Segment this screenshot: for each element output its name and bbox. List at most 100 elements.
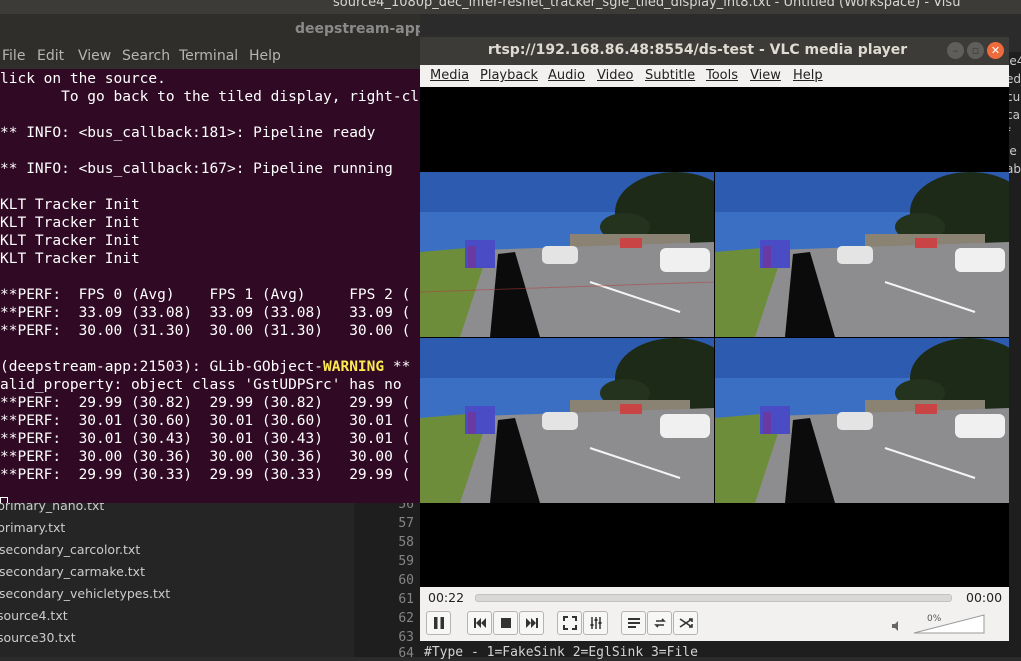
vlc-menubar: Media Playback Audio Video Subtitle Tool… xyxy=(420,65,1009,87)
fullscreen-icon xyxy=(562,616,577,630)
menu-file[interactable]: File xyxy=(2,48,25,64)
terminal-line: **PERF: 29.99 (30.82) 29.99 (30.82) 29.9… xyxy=(0,395,411,411)
menu-audio-label: Audio xyxy=(548,68,585,83)
warning-prefix: (deepstream-app:21503): GLib-GObject- xyxy=(0,359,324,375)
line-number: 64 xyxy=(398,646,414,661)
pause-button[interactable] xyxy=(426,611,451,635)
minimize-icon[interactable]: – xyxy=(947,42,964,59)
vlc-window: rtsp://192.168.86.48:8554/ds-test - VLC … xyxy=(420,37,1009,641)
terminal-line: **PERF: 29.99 (30.33) 29.99 (30.33) 29.9… xyxy=(0,467,411,483)
menu-subtitle-label: Subtitle xyxy=(645,68,696,83)
code-fragment: ab xyxy=(1009,162,1021,176)
seek-bar[interactable] xyxy=(475,594,952,602)
maximize-icon[interactable]: ▫ xyxy=(967,42,984,59)
playlist-icon xyxy=(627,618,640,628)
stop-button[interactable] xyxy=(493,611,518,635)
warning-keyword: WARNING xyxy=(323,359,385,375)
terminal-line: **PERF: 30.00 (31.30) 30.00 (31.30) 30.0… xyxy=(0,323,411,339)
explorer-file-item[interactable]: source4.txt xyxy=(0,605,68,627)
total-time: 00:00 xyxy=(966,590,1003,605)
line-number: 59 xyxy=(398,554,414,569)
terminal-line: ** INFO: <bus_callback:167>: Pipeline ru… xyxy=(0,161,393,177)
playlist-button[interactable] xyxy=(621,611,646,635)
terminal-line: **PERF: 30.00 (30.36) 30.00 (30.36) 30.0… xyxy=(0,449,411,465)
terminal-line: KLT Tracker Init xyxy=(0,215,140,231)
terminal-line: KLT Tracker Init xyxy=(0,233,140,249)
terminal-window[interactable]: deepstream-app -c File Edit View Search … xyxy=(0,14,420,503)
terminal-cursor xyxy=(0,497,8,503)
warning-suffix: ** xyxy=(384,359,411,375)
terminal-line: To go back to the tiled display, right-c… xyxy=(0,89,420,105)
terminal-line: ** INFO: <bus_callback:181>: Pipeline re… xyxy=(0,125,376,141)
pause-icon xyxy=(433,617,444,629)
street-scene-image xyxy=(715,338,1009,503)
menu-video[interactable]: Video xyxy=(597,68,633,83)
fullscreen-button[interactable] xyxy=(557,611,582,635)
menu-playback[interactable]: Playback xyxy=(480,68,538,83)
terminal-line: lick on the source. xyxy=(0,71,166,87)
menu-search[interactable]: Search xyxy=(122,48,170,64)
volume-icon[interactable] xyxy=(892,621,902,631)
menu-playback-label: Playback xyxy=(480,68,539,83)
explorer-file-item[interactable]: secondary_vehicletypes.txt xyxy=(0,583,170,605)
street-scene-image xyxy=(420,172,714,337)
code-line: #Type - 1=FakeSink 2=EglSink 3=File xyxy=(424,645,698,660)
shuffle-button[interactable] xyxy=(673,611,698,635)
menu-help[interactable]: Help xyxy=(793,68,823,83)
previous-button[interactable] xyxy=(467,611,492,635)
code-fragment: le xyxy=(1009,144,1017,158)
line-number: 57 xyxy=(398,516,414,531)
menu-subtitle[interactable]: Subtitle xyxy=(645,68,695,83)
video-area[interactable] xyxy=(420,87,1009,587)
terminal-output[interactable]: lick on the source. To go back to the ti… xyxy=(0,69,420,503)
terminal-title: deepstream-app -c xyxy=(295,21,420,37)
menu-terminal[interactable]: Terminal xyxy=(179,48,238,64)
menu-help[interactable]: Help xyxy=(249,48,281,64)
vlc-window-title: rtsp://192.168.86.48:8554/ds-test - VLC … xyxy=(487,42,908,58)
menu-tools-label: Tools xyxy=(706,68,739,83)
menu-view[interactable]: View xyxy=(78,48,111,64)
terminal-menubar: File Edit View Search Terminal Help xyxy=(0,44,420,69)
terminal-line: KLT Tracker Init xyxy=(0,197,140,213)
video-tile xyxy=(420,338,714,503)
line-number: 63 xyxy=(398,630,414,645)
next-button[interactable] xyxy=(519,611,544,635)
menu-tools[interactable]: Tools xyxy=(706,68,738,83)
loop-button[interactable] xyxy=(647,611,672,635)
extended-settings-icon xyxy=(590,617,601,629)
vlc-controls: 00:22 00:00 0% xyxy=(420,587,1009,641)
terminal-line: alid_property: object class 'GstUDPSrc' … xyxy=(0,377,411,393)
menu-video-label: Video xyxy=(597,68,634,83)
explorer-file-item[interactable]: secondary_carmake.txt xyxy=(0,561,145,583)
menu-help-label: Help xyxy=(793,68,823,83)
explorer-file-item[interactable]: secondary_carcolor.txt xyxy=(0,539,140,561)
code-fragment: cu xyxy=(1009,90,1021,104)
extended-settings-button[interactable] xyxy=(583,611,608,635)
vscode-window-title: source4_1080p_dec_infer-resnet_tracker_s… xyxy=(333,0,961,10)
street-scene-image xyxy=(715,172,1009,337)
vscode-explorer: primary_nano.txt primary.txt secondary_c… xyxy=(0,495,354,657)
video-tile xyxy=(420,172,714,337)
terminal-line: **PERF: 33.09 (33.08) 33.09 (33.08) 33.0… xyxy=(0,305,411,321)
menu-view-label: View xyxy=(750,68,781,83)
street-scene-image xyxy=(420,338,714,503)
vscode-editor-peek-lower xyxy=(1009,262,1021,495)
menu-media-label: Media xyxy=(430,68,470,83)
elapsed-time: 00:22 xyxy=(428,590,465,605)
explorer-file-item[interactable]: source30.txt xyxy=(0,627,76,649)
terminal-line: **PERF: FPS 0 (Avg) FPS 1 (Avg) FPS 2 ( xyxy=(0,287,411,303)
terminal-line: KLT Tracker Init xyxy=(0,251,140,267)
terminal-titlebar: deepstream-app -c xyxy=(0,14,420,44)
video-tile xyxy=(715,172,1009,337)
stop-icon xyxy=(500,618,511,628)
explorer-file-item[interactable]: primary.txt xyxy=(0,517,65,539)
code-fragment: ca xyxy=(1009,108,1020,122)
close-icon[interactable]: ✕ xyxy=(987,42,1004,59)
menu-media[interactable]: Media xyxy=(430,68,469,83)
volume-slider[interactable] xyxy=(912,613,987,635)
vscode-editor-peek: ie4 ed_ cu ca f le ab xyxy=(1009,52,1021,262)
menu-view[interactable]: View xyxy=(750,68,781,83)
menu-audio[interactable]: Audio xyxy=(548,68,585,83)
line-number: 60 xyxy=(398,573,414,588)
menu-edit[interactable]: Edit xyxy=(37,48,64,64)
